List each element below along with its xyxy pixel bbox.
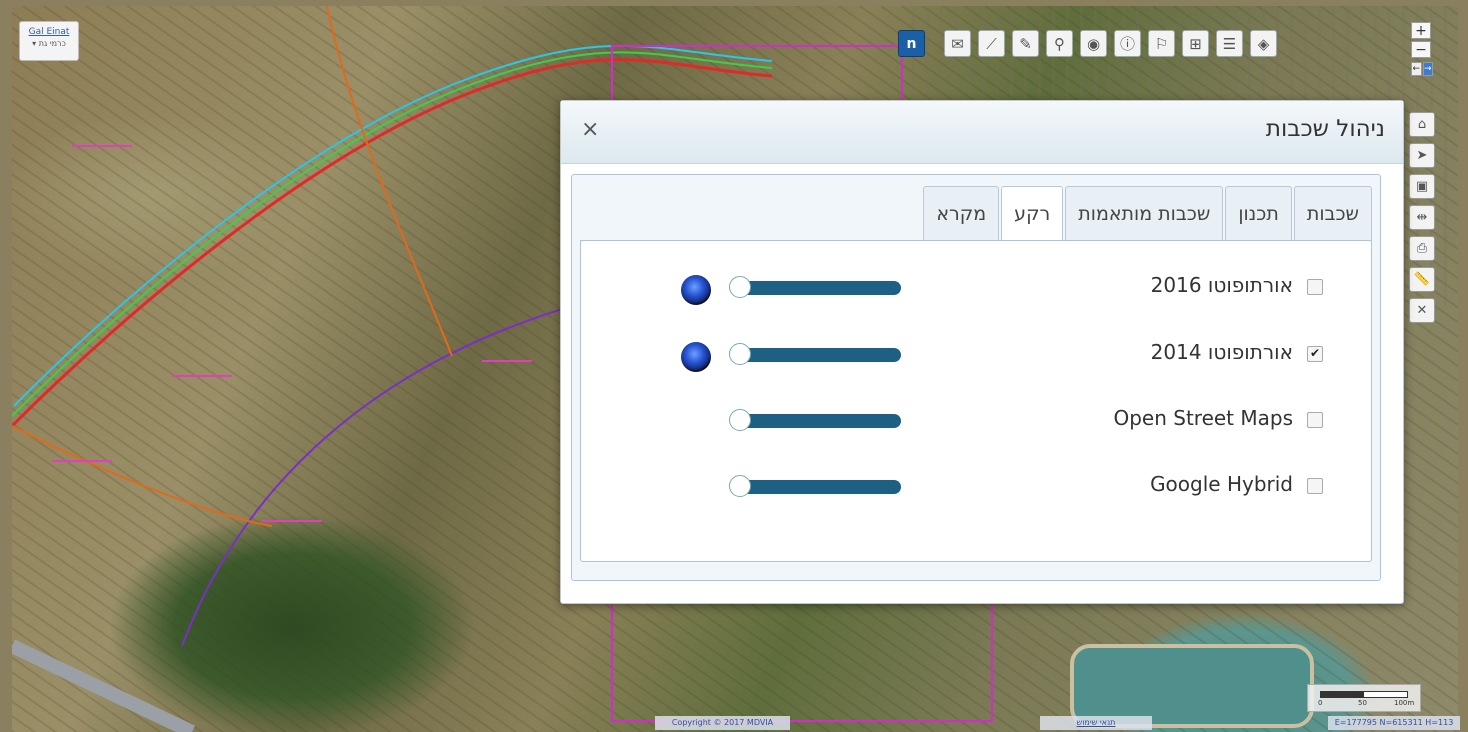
user-name-link[interactable]: Gal Einat (20, 27, 78, 37)
water-pond (1070, 644, 1314, 728)
navigate-icon[interactable]: ➤ (1409, 143, 1435, 168)
tab-bar: שכבות תכנון שכבות מותאמות רקע מקרא (923, 186, 1372, 243)
dialog-header: ניהול שכבות × (561, 101, 1403, 164)
opacity-slider[interactable] (729, 276, 901, 299)
slider-handle[interactable] (729, 475, 751, 497)
tab-layers[interactable]: שכבות (1293, 186, 1372, 240)
user-project-dropdown[interactable]: ▾ כרמי גת (20, 39, 78, 48)
arrow-left-icon[interactable]: ← (1411, 62, 1422, 76)
layer-checkbox[interactable] (1307, 279, 1323, 295)
zoom-out-button[interactable]: − (1411, 41, 1431, 58)
home-icon[interactable]: ⌂ (1409, 112, 1435, 137)
tab-custom-layers[interactable]: שכבות מותאמות (1065, 186, 1224, 240)
arrow-right-icon[interactable]: → (1422, 62, 1433, 76)
opacity-slider[interactable] (729, 409, 901, 432)
panel-toggle: ← → (1411, 62, 1433, 76)
layer-row: אורתופוטו 2016 (581, 268, 1371, 308)
tab-legend[interactable]: מקרא (923, 186, 1000, 240)
location-pin-icon[interactable]: ◉ (1080, 30, 1107, 57)
layer-label: אורתופוטו 2014 (1150, 340, 1293, 364)
tab-background[interactable]: רקע (1001, 186, 1064, 243)
layer-label: Open Street Maps (1113, 406, 1293, 430)
layer-row: Open Street Maps (581, 401, 1371, 441)
slider-handle[interactable] (729, 276, 751, 298)
layer-row: ✔ אורתופוטו 2014 (581, 335, 1371, 375)
user-menu[interactable]: Gal Einat ▾ כרמי גת (19, 21, 79, 61)
slider-handle[interactable] (729, 409, 751, 431)
side-toolbar: ⌂ ➤ ▣ ⇹ ⎙ 📏 ✕ (1409, 112, 1435, 323)
route-line-orange (326, 6, 453, 357)
layer-checkbox[interactable] (1307, 478, 1323, 494)
status-orb-icon (681, 275, 711, 305)
chart-icon[interactable]: ⟋ (978, 30, 1005, 57)
copyright-notice: Copyright © 2017 MDVIA (655, 716, 790, 730)
top-toolbar: n (898, 30, 925, 57)
scale-bar: 0 50 100m (1307, 684, 1421, 712)
layer-checkbox[interactable] (1307, 412, 1323, 428)
mail-icon[interactable]: ✉ (944, 30, 971, 57)
dialog-body: שכבות תכנון שכבות מותאמות רקע מקרא אורתו… (571, 174, 1381, 581)
layer-management-dialog: ניהול שכבות × שכבות תכנון שכבות מותאמות … (560, 100, 1404, 604)
layer-checkbox[interactable]: ✔ (1307, 346, 1323, 362)
background-layers-panel: אורתופוטו 2016 ✔ אורתופוטו 2014 Open Str… (580, 240, 1372, 562)
infrastructure-block (611, 600, 993, 722)
dialog-title: ניהול שכבות (1265, 116, 1385, 142)
layers-icon[interactable]: ◈ (1250, 30, 1277, 57)
info-icon[interactable]: ⓘ (1114, 30, 1141, 57)
top-toolbar-tools: ✉ ⟋ ✎ ⚲ ◉ ⓘ ⚐ ⊞ ☰ ◈ (944, 30, 1277, 57)
layer-label: אורתופוטו 2016 (1150, 273, 1293, 297)
scale-label: 100m (1394, 699, 1415, 707)
route-line-orange-2 (12, 425, 273, 527)
insight-logo-button[interactable]: n (898, 30, 925, 57)
opacity-slider[interactable] (729, 343, 901, 366)
flag-icon[interactable]: ⚐ (1148, 30, 1175, 57)
zoom-in-button[interactable]: + (1411, 22, 1431, 39)
opacity-slider[interactable] (729, 475, 901, 498)
measure-line-icon[interactable]: ⇹ (1409, 205, 1435, 230)
sitemap-icon[interactable]: ⊞ (1182, 30, 1209, 57)
layer-row: Google Hybrid (581, 467, 1371, 507)
scale-label: 50 (1358, 699, 1367, 707)
zoom-controls: + − ← → (1411, 22, 1433, 76)
road-highway (12, 639, 196, 732)
layer-label: Google Hybrid (1150, 472, 1293, 496)
ruler-icon[interactable]: 📏 (1409, 267, 1435, 292)
bookmark-icon[interactable]: ▣ (1409, 174, 1435, 199)
tab-planning[interactable]: תכנון (1225, 186, 1292, 240)
slider-handle[interactable] (729, 343, 751, 365)
database-icon[interactable]: ☰ (1216, 30, 1243, 57)
scale-graphic (1320, 691, 1408, 698)
xy-coordinates-icon[interactable]: ✕ (1409, 298, 1435, 323)
pencil-icon[interactable]: ✎ (1012, 30, 1039, 57)
status-orb-icon (681, 342, 711, 372)
route-line-purple (181, 305, 573, 647)
scale-label: 0 (1318, 699, 1323, 707)
close-icon[interactable]: × (581, 117, 599, 143)
search-icon[interactable]: ⚲ (1046, 30, 1073, 57)
print-icon[interactable]: ⎙ (1409, 236, 1435, 261)
coordinates-readout: E=177795 N=615311 H=113 (1328, 716, 1460, 730)
terms-of-use-link[interactable]: תנאי שימוש (1040, 716, 1152, 730)
